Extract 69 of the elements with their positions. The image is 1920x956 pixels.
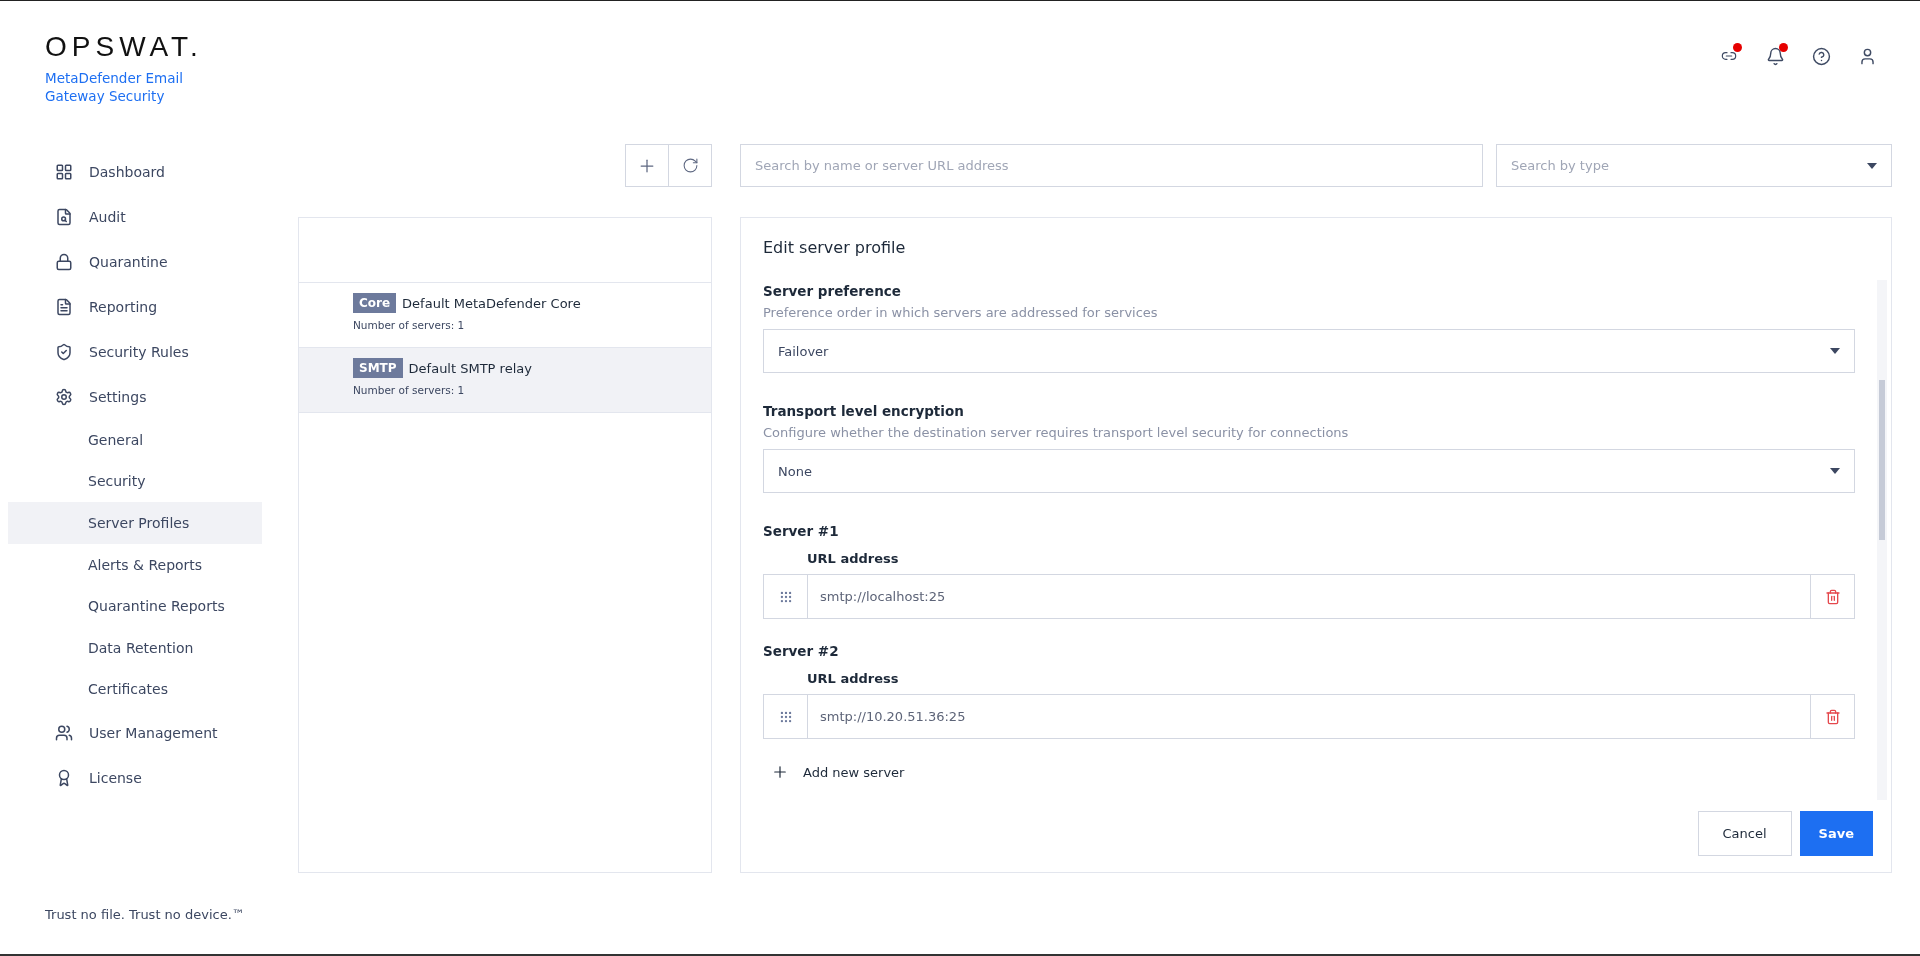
alert-dot: [1733, 43, 1742, 52]
bell-icon: [1765, 46, 1785, 66]
server-title: Server #2: [763, 643, 840, 659]
dropdown-field[interactable]: Failover: [763, 329, 1855, 373]
nav-subitem[interactable]: Quarantine Reports: [8, 585, 262, 627]
nav-subitem[interactable]: Security: [8, 460, 262, 503]
add-server-button[interactable]: Add new server: [763, 757, 905, 787]
nav-subitem[interactable]: General: [8, 419, 262, 461]
nav-subitem[interactable]: Certificates: [8, 668, 262, 711]
shield-check-icon: [55, 342, 73, 361]
scrollbar[interactable]: [1877, 280, 1887, 800]
drag-handle[interactable]: [763, 574, 808, 619]
dots-icon: [778, 709, 793, 724]
nav-item[interactable]: User Management: [8, 710, 262, 756]
nav-subitem[interactable]: Data Retention: [8, 626, 262, 669]
trash-icon: [1824, 708, 1841, 725]
delete-button[interactable]: [1810, 694, 1855, 739]
dots-icon: [778, 589, 793, 604]
field-label: URL address: [807, 551, 900, 566]
field-hint: Preference order in which servers are addressed for services: [763, 305, 1159, 320]
tagline: Trust no file. Trust no device.™: [44, 907, 246, 922]
cancel-button[interactable]: Cancel: [1697, 811, 1792, 856]
profile-name: Default SMTP relay: [408, 360, 532, 376]
panel-title: Edit server profile: [763, 238, 907, 257]
refresh-button[interactable]: [668, 144, 712, 187]
type-tag: Core: [353, 293, 397, 313]
lock-icon: [55, 252, 73, 271]
save-button[interactable]: Save: [1799, 811, 1873, 856]
field-hint: Configure whether the destination server requires transport level security for connections: [763, 425, 1350, 440]
document-search-icon: [55, 207, 73, 226]
grid-icon: [55, 162, 73, 181]
nav-item[interactable]: Settings: [8, 374, 262, 419]
caret-icon: [1830, 468, 1840, 474]
field-label: URL address: [807, 671, 900, 686]
server-count: Number of servers: 1: [353, 384, 466, 396]
help-icon: [1811, 46, 1831, 66]
server-count: Number of servers: 1: [353, 319, 466, 331]
refresh-icon: [681, 157, 699, 174]
settings-icon: [55, 387, 73, 406]
trash-icon: [1824, 588, 1841, 605]
alert-dot: [1779, 43, 1788, 52]
nav-subitem[interactable]: Alerts & Reports: [8, 543, 262, 586]
caret-icon: [1867, 162, 1877, 169]
nav-item[interactable]: Dashboard: [8, 149, 262, 194]
profile-name: Default MetaDefender Core: [402, 295, 581, 311]
delete-button[interactable]: [1810, 574, 1855, 619]
type-tag: SMTP: [353, 358, 403, 378]
field-label: Transport level encryption: [763, 403, 965, 419]
nav-subitem[interactable]: Server Profiles: [8, 502, 262, 544]
logo: OPSWAT.: [45, 31, 203, 63]
drag-handle[interactable]: [763, 694, 808, 739]
add-button[interactable]: [625, 144, 669, 187]
search-field[interactable]: Search by name or server URL address: [740, 144, 1483, 187]
nav-item[interactable]: Security Rules: [8, 329, 262, 374]
nav-item[interactable]: License: [8, 755, 262, 801]
nav-item[interactable]: Reporting: [8, 284, 262, 329]
nav-item[interactable]: Audit: [8, 194, 262, 239]
nav-item[interactable]: Quarantine: [8, 239, 262, 284]
url-input-field[interactable]: smtp://10.20.51.36:25: [808, 694, 1810, 739]
url-input-field[interactable]: smtp://localhost:25: [808, 574, 1810, 619]
caret-icon: [1830, 348, 1840, 354]
server-title: Server #1: [763, 523, 840, 539]
dropdown-field[interactable]: None: [763, 449, 1855, 493]
product-name: MetaDefender Email Gateway Security: [45, 69, 184, 105]
users-icon: [55, 723, 73, 742]
profile-item[interactable]: SMTP Default SMTP relay Number of servers: 1: [299, 348, 711, 413]
plus-icon: [771, 763, 789, 781]
document-icon: [55, 297, 73, 316]
field-label: Server preference: [763, 283, 902, 299]
